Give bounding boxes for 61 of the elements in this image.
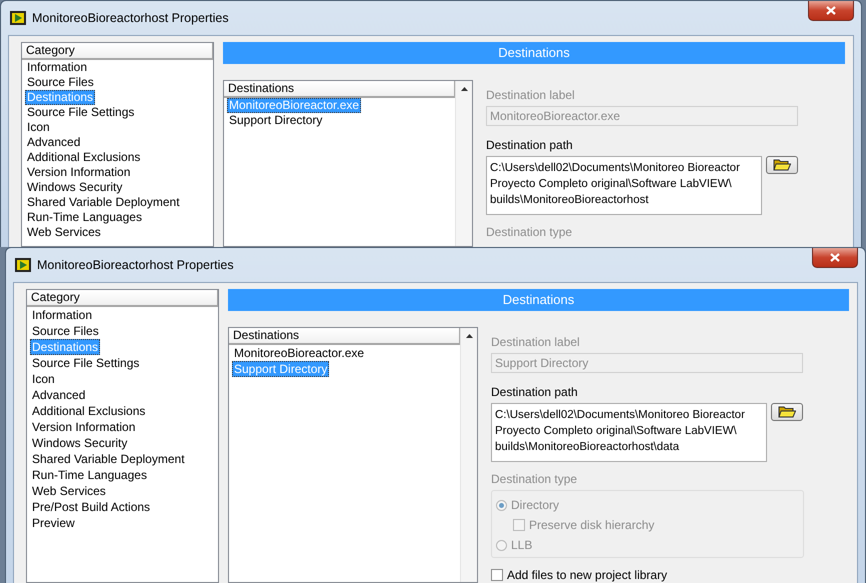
list-header: Destinations [229, 328, 460, 345]
scrollbar[interactable] [455, 81, 472, 246]
field-label: Destination type [486, 225, 572, 239]
app-icon [15, 257, 31, 273]
destination-path-field[interactable]: C:\Users\dell02\Documents\Monitoreo Bioreactor Proyecto Completo original\Software LabVIEW\ builds\MonitoreoBioreactorhost [486, 156, 762, 215]
field-label: Destination path [491, 385, 578, 399]
category-item[interactable]: Advanced [30, 387, 88, 403]
folder-icon [773, 159, 791, 171]
option-label: Preserve disk hierarchy [529, 518, 654, 532]
close-icon [826, 6, 836, 15]
window-title: MonitoreoBioreactorhost Properties [37, 258, 234, 272]
option-label: Directory [511, 498, 560, 512]
scroll-up-icon [466, 334, 472, 338]
category-item[interactable]: Web Services [30, 483, 108, 499]
close-button[interactable] [812, 248, 858, 268]
destination-path-field[interactable]: C:\Users\dell02\Documents\Monitoreo Bioreactor Proyecto Completo original\Software LabVIEW\ builds\MonitoreoBioreactorhost\data [491, 403, 767, 462]
list-header: Destinations [224, 81, 455, 98]
destination-item[interactable]: Support Directory [227, 113, 324, 128]
close-button[interactable] [808, 1, 854, 21]
category-item[interactable]: Shared Variable Deployment [30, 451, 187, 467]
category-item[interactable]: Windows Security [25, 180, 124, 195]
category-item[interactable]: Icon [25, 120, 52, 135]
category-item[interactable]: Version Information [30, 419, 138, 435]
field-label: Destination label [486, 88, 575, 102]
scrollbar[interactable] [460, 328, 477, 582]
category-item[interactable]: Web Services [25, 225, 103, 240]
option-label: LLB [511, 538, 532, 552]
destination-item[interactable]: MonitoreoBioreactor.exe [232, 345, 366, 361]
section-banner: Destinations [223, 42, 845, 64]
category-item[interactable]: Windows Security [30, 435, 130, 451]
field-label: Destination label [491, 335, 580, 349]
field-label: Destination path [486, 138, 573, 152]
category-item[interactable]: Information [25, 60, 90, 75]
close-icon [830, 253, 840, 262]
field-label: Destination type [491, 472, 578, 486]
category-item[interactable]: Information [30, 307, 94, 323]
option-label: Add files to new project library [507, 568, 668, 582]
section-banner: Destinations [228, 289, 849, 311]
category-item[interactable]: Run-Time Languages [25, 210, 144, 225]
category-item[interactable]: Preview [30, 515, 77, 531]
category-item[interactable]: Pre/Post Build Actions [30, 499, 152, 515]
category-item[interactable]: Additional Exclusions [25, 150, 142, 165]
category-item[interactable]: Advanced [25, 135, 82, 150]
list-header: Category [27, 290, 218, 307]
app-icon [10, 10, 26, 26]
list-header: Category [22, 43, 213, 60]
category-item[interactable]: Source File Settings [30, 355, 142, 371]
category-item[interactable]: Source Files [25, 75, 96, 90]
scroll-up-icon [460, 87, 468, 91]
browse-button[interactable] [766, 156, 798, 174]
category-item[interactable]: Icon [30, 371, 57, 387]
category-item[interactable]: Run-Time Languages [30, 467, 149, 483]
window-title: MonitoreoBioreactorhost Properties [32, 11, 229, 25]
category-item[interactable]: Shared Variable Deployment [25, 195, 182, 210]
browse-button[interactable] [771, 403, 803, 421]
category-item[interactable]: Additional Exclusions [30, 403, 148, 419]
category-item[interactable]: Source Files [30, 323, 101, 339]
checkbox[interactable] [491, 568, 503, 580]
category-item[interactable]: Source File Settings [25, 105, 136, 120]
category-item[interactable]: Version Information [25, 165, 132, 180]
folder-icon [778, 406, 796, 418]
